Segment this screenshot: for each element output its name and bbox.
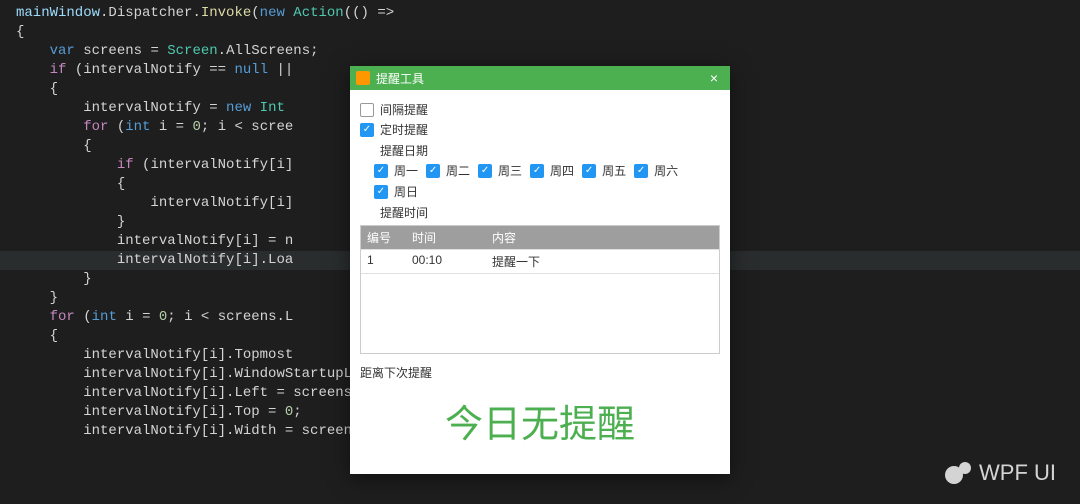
- interval-reminder-label: 间隔提醒: [380, 101, 428, 118]
- table-header: 编号 时间 内容: [361, 226, 719, 249]
- day-label: 周日: [394, 183, 418, 200]
- table-cell: 00:10: [406, 250, 486, 273]
- day-checkbox[interactable]: ✓: [582, 164, 596, 178]
- day-item: ✓ 周四: [530, 162, 574, 179]
- table-cell: 1: [361, 250, 406, 273]
- day-item: ✓ 周二: [426, 162, 470, 179]
- days-row: ✓ 周一 ✓ 周二 ✓ 周三 ✓ 周四 ✓ 周五 ✓ 周六 ✓ 周日: [374, 162, 720, 200]
- dialog-body: 间隔提醒 ✓ 定时提醒 提醒日期 ✓ 周一 ✓ 周二 ✓ 周三 ✓ 周四 ✓ 周五 ✓ 周六 ✓ 周日 提…: [350, 90, 730, 474]
- dialog-titlebar[interactable]: 提醒工具 ×: [350, 66, 730, 90]
- day-item: ✓ 周三: [478, 162, 522, 179]
- time-section-label: 提醒时间: [380, 204, 720, 221]
- today-no-reminder-message: 今日无提醒: [360, 387, 720, 462]
- day-checkbox[interactable]: ✓: [478, 164, 492, 178]
- day-item: ✓ 周一: [374, 162, 418, 179]
- table-empty-area: [361, 273, 719, 353]
- reminder-dialog: 提醒工具 × 间隔提醒 ✓ 定时提醒 提醒日期 ✓周一✓周二✓周三✓周四✓周五✓…: [350, 66, 730, 474]
- table-cell: 提醒一下: [486, 250, 719, 273]
- day-item: ✓ 周五: [582, 162, 626, 179]
- day-item: ✓ 周六: [634, 162, 678, 179]
- timed-reminder-label: 定时提醒: [380, 121, 428, 138]
- next-reminder-label: 距离下次提醒: [360, 364, 720, 381]
- day-checkbox[interactable]: ✓: [374, 164, 388, 178]
- interval-reminder-checkbox[interactable]: [360, 103, 374, 117]
- day-checkbox[interactable]: ✓: [374, 185, 388, 199]
- watermark-text: WPF UI: [979, 460, 1056, 486]
- th-content: 内容: [486, 226, 719, 249]
- day-label: 周一: [394, 162, 418, 179]
- code-line[interactable]: {: [0, 23, 1080, 42]
- code-line[interactable]: var screens = Screen.AllScreens;: [0, 42, 1080, 61]
- code-line[interactable]: mainWindow.Dispatcher.Invoke(new Action(…: [0, 4, 1080, 23]
- day-item: ✓ 周日: [374, 183, 418, 200]
- th-id: 编号: [361, 226, 406, 249]
- dialog-title: 提醒工具: [376, 70, 704, 87]
- reminder-table[interactable]: 编号 时间 内容 100:10提醒一下: [360, 225, 720, 354]
- day-checkbox[interactable]: ✓: [634, 164, 648, 178]
- watermark: WPF UI: [945, 460, 1056, 486]
- close-icon[interactable]: ×: [704, 70, 724, 86]
- table-row[interactable]: 100:10提醒一下: [361, 249, 719, 273]
- day-checkbox[interactable]: ✓: [426, 164, 440, 178]
- timed-reminder-checkbox[interactable]: ✓: [360, 123, 374, 137]
- day-label: 周五: [602, 162, 626, 179]
- day-label: 周三: [498, 162, 522, 179]
- day-checkbox[interactable]: ✓: [530, 164, 544, 178]
- th-time: 时间: [406, 226, 486, 249]
- day-label: 周二: [446, 162, 470, 179]
- app-icon: [356, 71, 370, 85]
- day-label: 周六: [654, 162, 678, 179]
- wechat-icon: [945, 460, 971, 486]
- days-section-label: 提醒日期: [380, 142, 720, 159]
- day-label: 周四: [550, 162, 574, 179]
